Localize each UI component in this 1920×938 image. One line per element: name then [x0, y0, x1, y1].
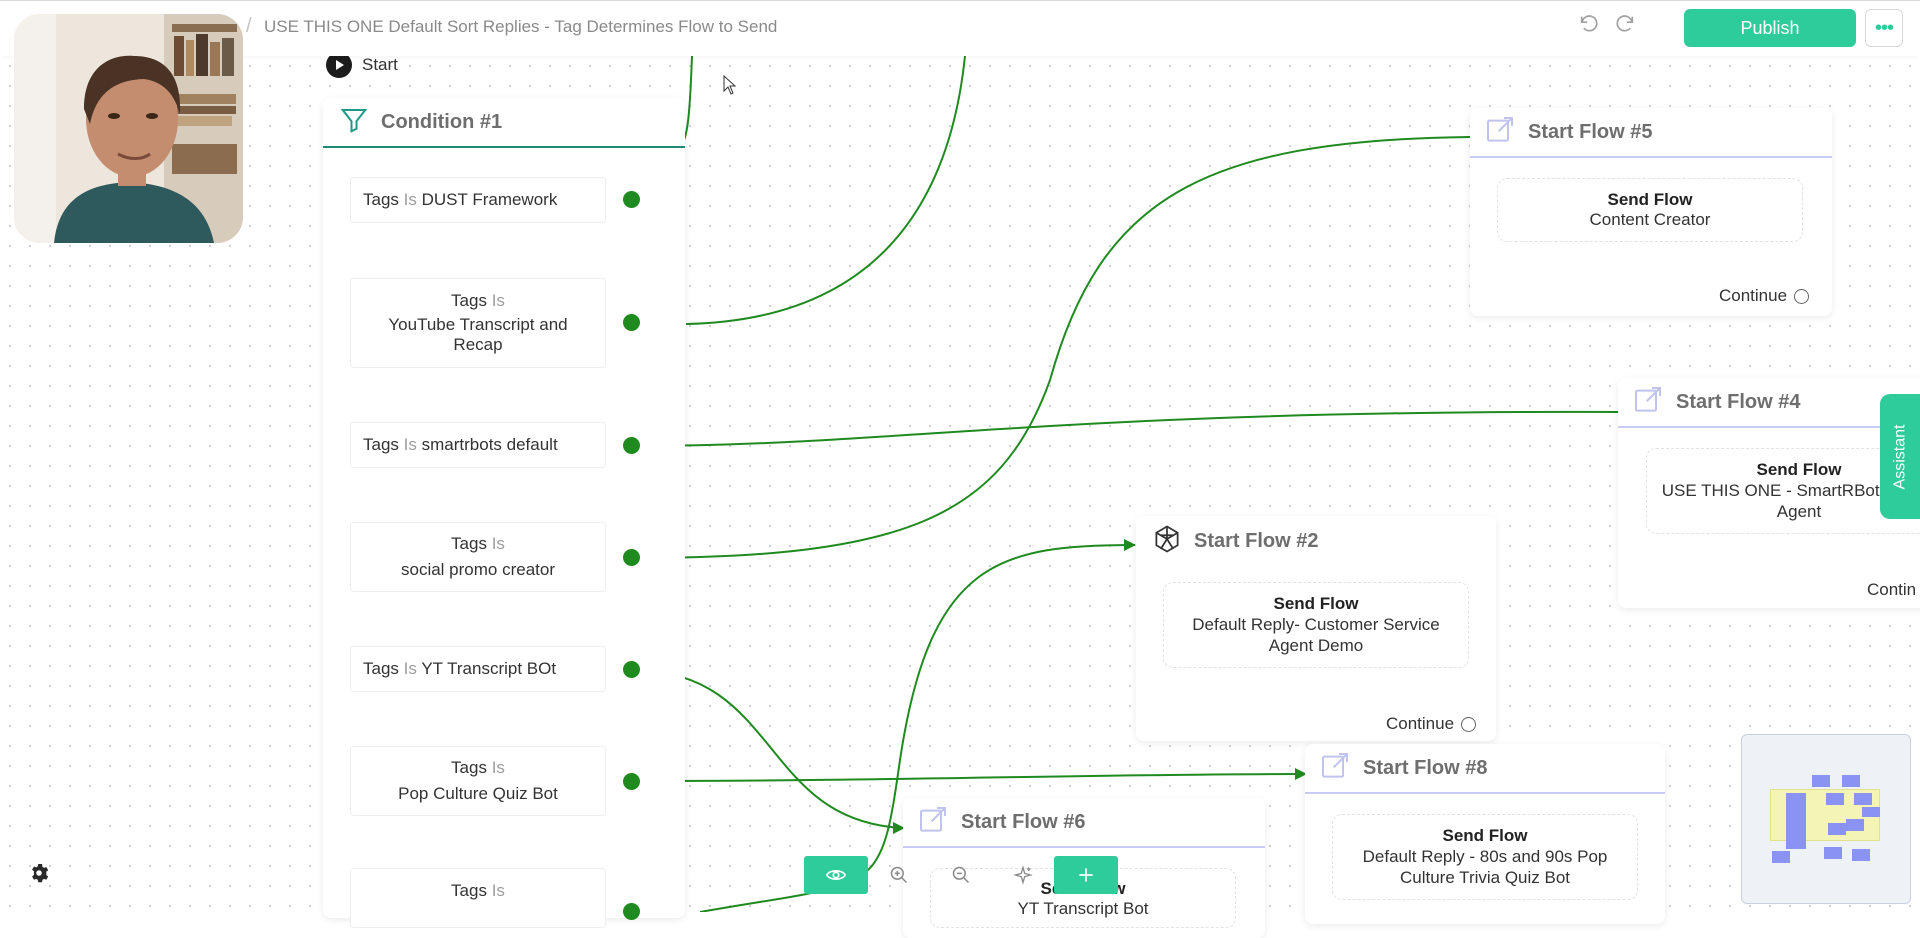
continue-port-icon[interactable]	[1794, 288, 1810, 304]
minimap-node	[1854, 793, 1872, 805]
minimap-node	[1852, 849, 1870, 861]
flow-title: Start Flow #8	[1363, 756, 1488, 779]
start-flow-8-node[interactable]: Start Flow #8 Send Flow Default Reply - 8…	[1305, 744, 1665, 924]
start-label: Start	[362, 55, 398, 74]
edge-row3-flow4	[631, 410, 1621, 447]
flow-title: Start Flow #6	[961, 810, 1086, 833]
mouse-cursor-icon	[723, 75, 737, 95]
condition-row[interactable]: Tags Is YouTube Transcript and Recap	[350, 278, 606, 368]
top-bar: / USE THIS ONE Default Sort Replies - Ta…	[0, 0, 1920, 56]
auto-layout-button[interactable]	[992, 856, 1054, 894]
minimap-node	[1824, 847, 1842, 859]
edge-start-top	[685, 56, 966, 325]
condition-row[interactable]: Tags Is Pop Culture Quiz Bot	[350, 746, 606, 816]
filter-icon	[339, 105, 369, 140]
eye-icon	[825, 870, 847, 880]
continue-port-icon[interactable]	[1461, 716, 1477, 732]
flow-header: Start Flow #4	[1618, 378, 1920, 428]
add-node-button[interactable]	[1054, 856, 1118, 894]
send-flow-box[interactable]: Send Flow Default Reply- Customer Service…	[1163, 582, 1469, 668]
redo-icon[interactable]	[1614, 13, 1640, 39]
sparkle-icon	[1013, 865, 1033, 885]
minimap-node	[1772, 851, 1790, 863]
condition-header: Condition #1	[323, 98, 685, 148]
flow-header: Start Flow #6	[903, 798, 1265, 848]
webcam-video-icon	[14, 14, 243, 243]
openai-logo-icon	[1152, 524, 1182, 559]
continue-output[interactable]: Continue	[1719, 286, 1810, 306]
zoom-in-button[interactable]	[868, 856, 930, 894]
start-flow-2-node[interactable]: Start Flow #2 Send Flow Default Reply- Cu…	[1136, 516, 1496, 741]
external-link-icon	[1632, 384, 1664, 421]
plus-icon	[1079, 868, 1093, 882]
edge-row6-flow8	[631, 773, 1306, 782]
continue-output[interactable]: Continue	[1386, 714, 1477, 734]
row-output-dot[interactable]	[623, 661, 640, 678]
row-output-dot[interactable]	[623, 437, 640, 454]
publish-button[interactable]: Publish	[1684, 9, 1856, 47]
breadcrumb-separator: /	[246, 15, 252, 37]
webcam-overlay	[14, 14, 243, 243]
condition-row[interactable]: Tags Is smartrbots default	[350, 422, 606, 468]
start-flow-5-node[interactable]: Start Flow #5 Send Flow Content Creator C…	[1470, 108, 1832, 316]
zoom-in-icon	[890, 866, 908, 884]
page-title: USE THIS ONE Default Sort Replies - Tag …	[264, 17, 778, 36]
minimap[interactable]	[1741, 734, 1911, 904]
row-output-dot[interactable]	[623, 191, 640, 208]
minimap-node	[1828, 823, 1846, 835]
assistant-tab[interactable]: Assistant	[1880, 394, 1920, 519]
flow-header: Start Flow #2	[1136, 516, 1496, 566]
edge-row4-flow5	[631, 136, 1471, 559]
flow-header: Start Flow #8	[1305, 744, 1665, 794]
send-flow-box[interactable]: Send Flow Content Creator	[1497, 178, 1803, 242]
minimap-node	[1842, 775, 1860, 787]
minimap-node	[1846, 819, 1864, 831]
zoom-out-icon	[952, 866, 970, 884]
minimap-node	[1862, 807, 1880, 817]
canvas-toolbar	[804, 856, 1118, 894]
arrow-flow2	[1124, 539, 1136, 551]
row-output-dot[interactable]	[623, 314, 640, 331]
send-flow-box[interactable]: Send Flow USE THIS ONE - SmartRBots Reply…	[1646, 448, 1920, 534]
preview-button[interactable]	[804, 856, 868, 894]
condition-row[interactable]: Tags Is DUST Framework	[350, 177, 606, 223]
minimap-node	[1812, 775, 1830, 787]
external-link-icon	[1484, 114, 1516, 151]
flow-title: Start Flow #2	[1194, 529, 1319, 552]
minimap-node	[1826, 793, 1844, 805]
external-link-icon	[1319, 750, 1351, 787]
zoom-out-button[interactable]	[930, 856, 992, 894]
condition-row[interactable]: Tags Is YT Transcript BOt	[350, 646, 606, 692]
settings-gear-icon[interactable]	[28, 862, 50, 884]
external-link-icon	[917, 804, 949, 841]
minimap-node	[1786, 793, 1806, 849]
condition-row[interactable]: Tags Is	[350, 868, 606, 928]
condition-title: Condition #1	[381, 110, 503, 133]
row-output-dot[interactable]	[623, 773, 640, 790]
send-flow-box[interactable]: Send Flow Default Reply - 80s and 90s Pop…	[1332, 814, 1638, 900]
assistant-label: Assistant	[1891, 424, 1909, 489]
more-options-button[interactable]: •••	[1865, 9, 1903, 47]
flow-title: Start Flow #4	[1676, 390, 1801, 413]
start-flow-4-node[interactable]: Start Flow #4 Send Flow USE THIS ONE - Sm…	[1618, 378, 1920, 608]
condition-row[interactable]: Tags Is social promo creator	[350, 522, 606, 592]
continue-output[interactable]: Contin	[1867, 580, 1916, 600]
edge-start-condition	[683, 56, 693, 141]
flow-title: Start Flow #5	[1528, 120, 1653, 143]
row-output-dot[interactable]	[623, 549, 640, 566]
flow-header: Start Flow #5	[1470, 108, 1832, 158]
more-dots-icon: •••	[1874, 16, 1894, 39]
undo-icon[interactable]	[1578, 13, 1604, 39]
